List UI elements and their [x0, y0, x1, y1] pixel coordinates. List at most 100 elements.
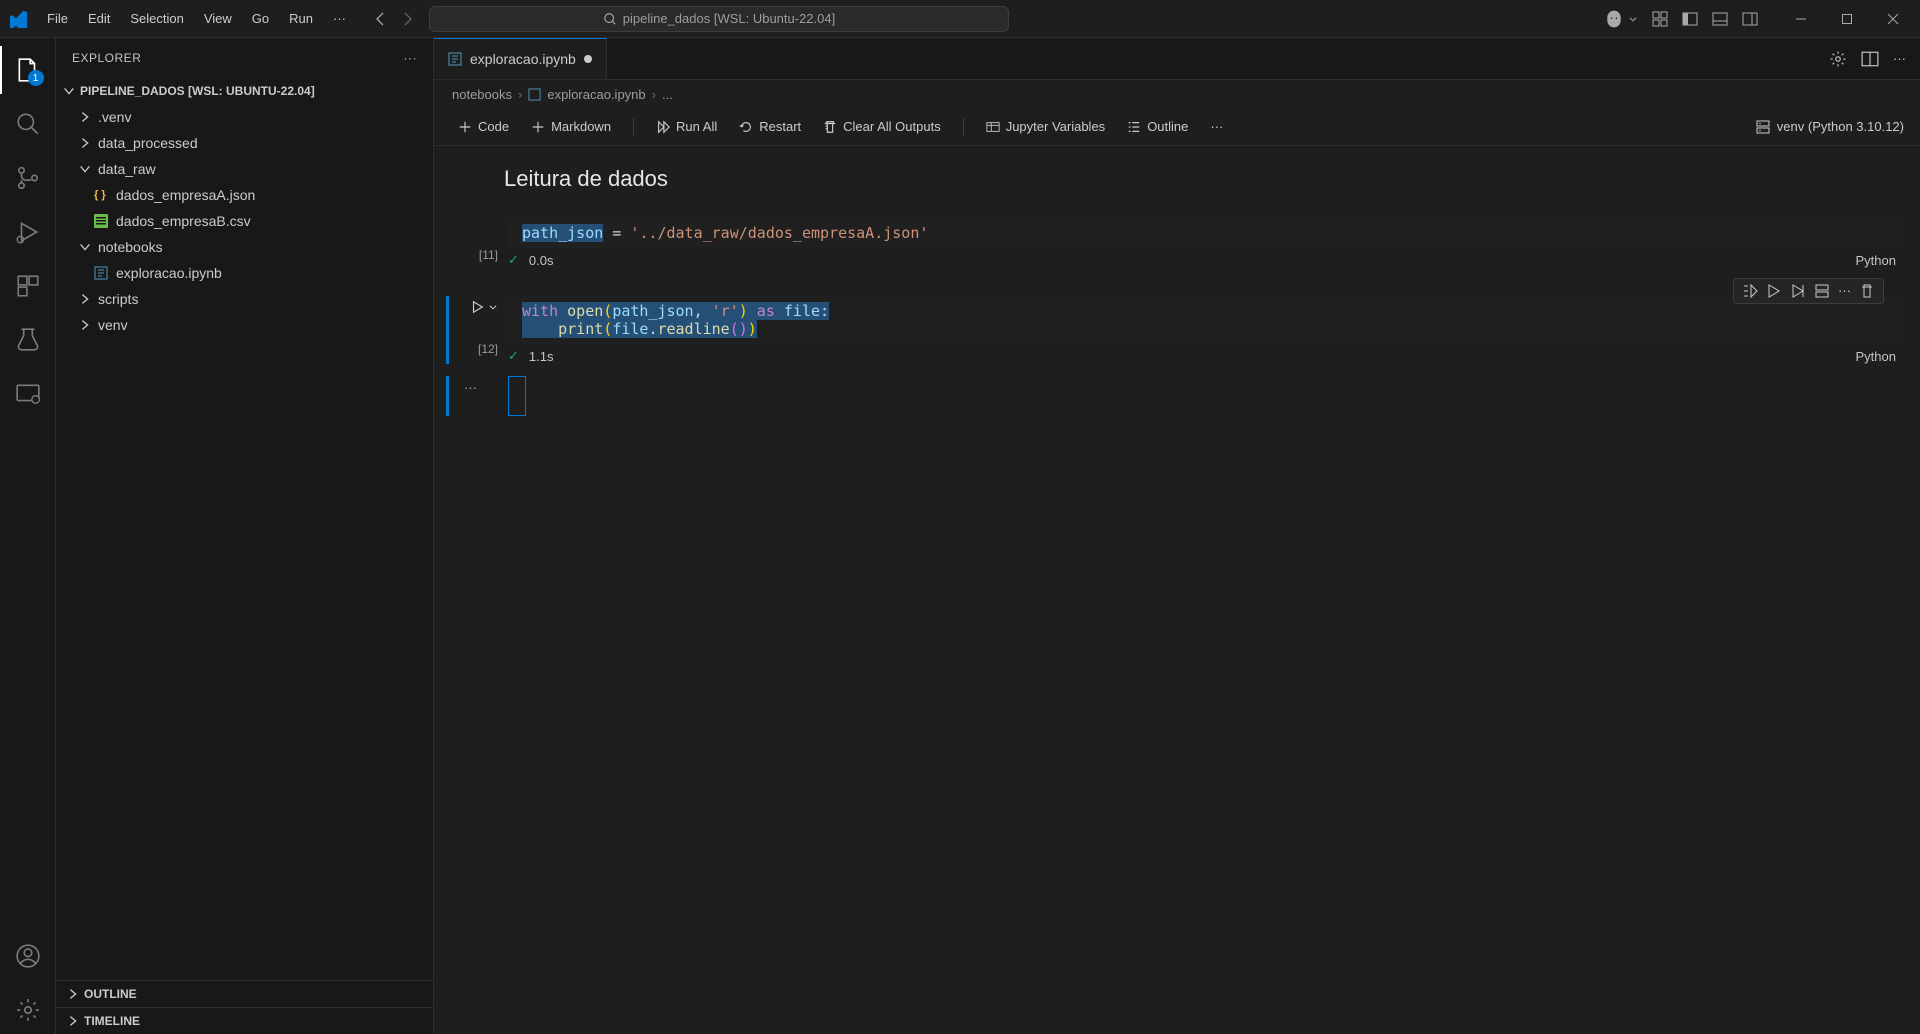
copilot-icon[interactable]: [1604, 9, 1624, 29]
cell-language[interactable]: Python: [1856, 253, 1902, 268]
layout-grid-icon[interactable]: [1652, 11, 1668, 27]
code-editor[interactable]: path_json = '../data_raw/dados_empresaA.…: [508, 218, 1902, 248]
variables-button[interactable]: Jupyter Variables: [978, 115, 1113, 138]
window-close[interactable]: [1870, 0, 1916, 38]
more-icon[interactable]: ···: [1893, 51, 1906, 66]
tab-label: exploracao.ipynb: [470, 51, 576, 67]
markdown-heading[interactable]: Leitura de dados: [452, 160, 1902, 206]
chevron-down-icon: [488, 302, 498, 312]
activity-search[interactable]: [0, 100, 56, 148]
editor-main: exploracao.ipynb ··· notebooks › explora…: [434, 38, 1920, 1034]
activity-source-control[interactable]: [0, 154, 56, 202]
panel-right-icon[interactable]: [1742, 11, 1758, 27]
menu-go[interactable]: Go: [243, 5, 278, 32]
tree-folder-data-processed[interactable]: data_processed: [56, 130, 433, 156]
tab-row: exploracao.ipynb ···: [434, 38, 1920, 80]
breadcrumb-file[interactable]: exploracao.ipynb: [547, 87, 645, 102]
timeline-panel[interactable]: TIMELINE: [56, 1007, 433, 1034]
outline-icon: [1127, 120, 1141, 134]
sidebar-bottom: OUTLINE TIMELINE: [56, 980, 433, 1034]
menu-file[interactable]: File: [38, 5, 77, 32]
nav-back-icon[interactable]: [373, 11, 389, 27]
activity-remote[interactable]: [0, 370, 56, 418]
code-cell-2[interactable]: ··· [12] with open(path_json, 'r') as fi…: [452, 296, 1902, 364]
code-token: ): [748, 320, 757, 338]
timeline-label: TIMELINE: [84, 1014, 140, 1028]
notebook-body: Leitura de dados [11] path_json = '../da…: [434, 146, 1920, 430]
menu-edit[interactable]: Edit: [79, 5, 119, 32]
restart-button[interactable]: Restart: [731, 115, 809, 138]
window-minimize[interactable]: [1778, 0, 1824, 38]
nav-forward-icon[interactable]: [399, 11, 415, 27]
panel-bottom-icon[interactable]: [1712, 11, 1728, 27]
tree-folder-scripts[interactable]: scripts: [56, 286, 433, 312]
activity-account[interactable]: [0, 932, 56, 980]
tree-folder-notebooks[interactable]: notebooks: [56, 234, 433, 260]
menu-view[interactable]: View: [195, 5, 241, 32]
run-cell-button[interactable]: [470, 300, 498, 314]
breadcrumb-notebooks[interactable]: notebooks: [452, 87, 512, 102]
menu-run[interactable]: Run: [280, 5, 322, 32]
tree-folder-data-raw[interactable]: data_raw: [56, 156, 433, 182]
gear-icon[interactable]: [1829, 50, 1847, 68]
kernel-picker[interactable]: venv (Python 3.10.12): [1755, 119, 1904, 135]
outline-label: OUTLINE: [84, 987, 137, 1001]
cell-status: ✓ 1.1s Python: [508, 344, 1902, 364]
tree-file-csv[interactable]: dados_empresaB.csv: [56, 208, 433, 234]
cell-output[interactable]: [508, 376, 526, 416]
code-token: readline: [657, 320, 729, 338]
tree-file-json[interactable]: { } dados_empresaA.json: [56, 182, 433, 208]
breadcrumb[interactable]: notebooks › exploracao.ipynb › ...: [434, 80, 1920, 108]
add-markdown-button[interactable]: Markdown: [523, 115, 619, 138]
tree-folder-venv2[interactable]: venv: [56, 312, 433, 338]
project-title[interactable]: PIPELINE_DADOS [WSL: UBUNTU-22.04]: [56, 78, 433, 104]
tree-label: venv: [98, 317, 128, 333]
clear-label: Clear All Outputs: [843, 119, 941, 134]
tree-folder-venv[interactable]: .venv: [56, 104, 433, 130]
activity-debug[interactable]: [0, 208, 56, 256]
code-editor[interactable]: with open(path_json, 'r') as file: print…: [508, 296, 1902, 344]
tab-exploracao[interactable]: exploracao.ipynb: [434, 38, 607, 79]
exec-count: [12]: [478, 342, 498, 356]
split-editor-icon[interactable]: [1861, 50, 1879, 68]
tree-file-ipynb[interactable]: exploracao.ipynb: [56, 260, 433, 286]
run-by-line-icon[interactable]: [1742, 283, 1758, 299]
chevron-down-icon[interactable]: [1628, 14, 1638, 24]
activity-extensions[interactable]: [0, 262, 56, 310]
command-center[interactable]: pipeline_dados [WSL: Ubuntu-22.04]: [429, 6, 1009, 32]
outline-panel[interactable]: OUTLINE: [56, 980, 433, 1007]
clear-outputs-button[interactable]: Clear All Outputs: [815, 115, 949, 138]
chevron-right-icon: [78, 136, 92, 150]
code-cell-1[interactable]: [11] path_json = '../data_raw/dados_empr…: [452, 218, 1902, 268]
run-all-button[interactable]: Run All: [648, 115, 725, 138]
clear-icon: [823, 120, 837, 134]
execute-cell-icon[interactable]: [1766, 283, 1782, 299]
project-name: PIPELINE_DADOS [WSL: UBUNTU-22.04]: [80, 84, 315, 98]
breadcrumb-more[interactable]: ...: [662, 87, 673, 102]
split-cell-icon[interactable]: [1814, 283, 1830, 299]
activity-explorer[interactable]: 1: [0, 46, 56, 94]
window-maximize[interactable]: [1824, 0, 1870, 38]
cell-language[interactable]: Python: [1856, 349, 1902, 364]
activity-settings[interactable]: [0, 986, 56, 1034]
menu-selection[interactable]: Selection: [121, 5, 192, 32]
toolbar-more[interactable]: ···: [1202, 115, 1231, 138]
menu-overflow[interactable]: ···: [324, 5, 355, 32]
execute-above-icon[interactable]: [1790, 283, 1806, 299]
delete-icon[interactable]: [1859, 283, 1875, 299]
output-more-icon[interactable]: ···: [464, 380, 477, 395]
variables-icon: [986, 120, 1000, 134]
titlebar-right: [1604, 0, 1920, 38]
explorer-badge: 1: [28, 70, 44, 86]
main-menu: File Edit Selection View Go Run ···: [38, 5, 355, 32]
sidebar-more-icon[interactable]: ···: [404, 51, 418, 65]
add-code-button[interactable]: Code: [450, 115, 517, 138]
restart-label: Restart: [759, 119, 801, 134]
chevron-right-icon: [78, 110, 92, 124]
activity-testing[interactable]: [0, 316, 56, 364]
more-icon[interactable]: ···: [1838, 283, 1851, 299]
outline-button[interactable]: Outline: [1119, 115, 1196, 138]
code-token: file: [784, 302, 820, 320]
chevron-down-icon: [78, 162, 92, 176]
panel-left-icon[interactable]: [1682, 11, 1698, 27]
